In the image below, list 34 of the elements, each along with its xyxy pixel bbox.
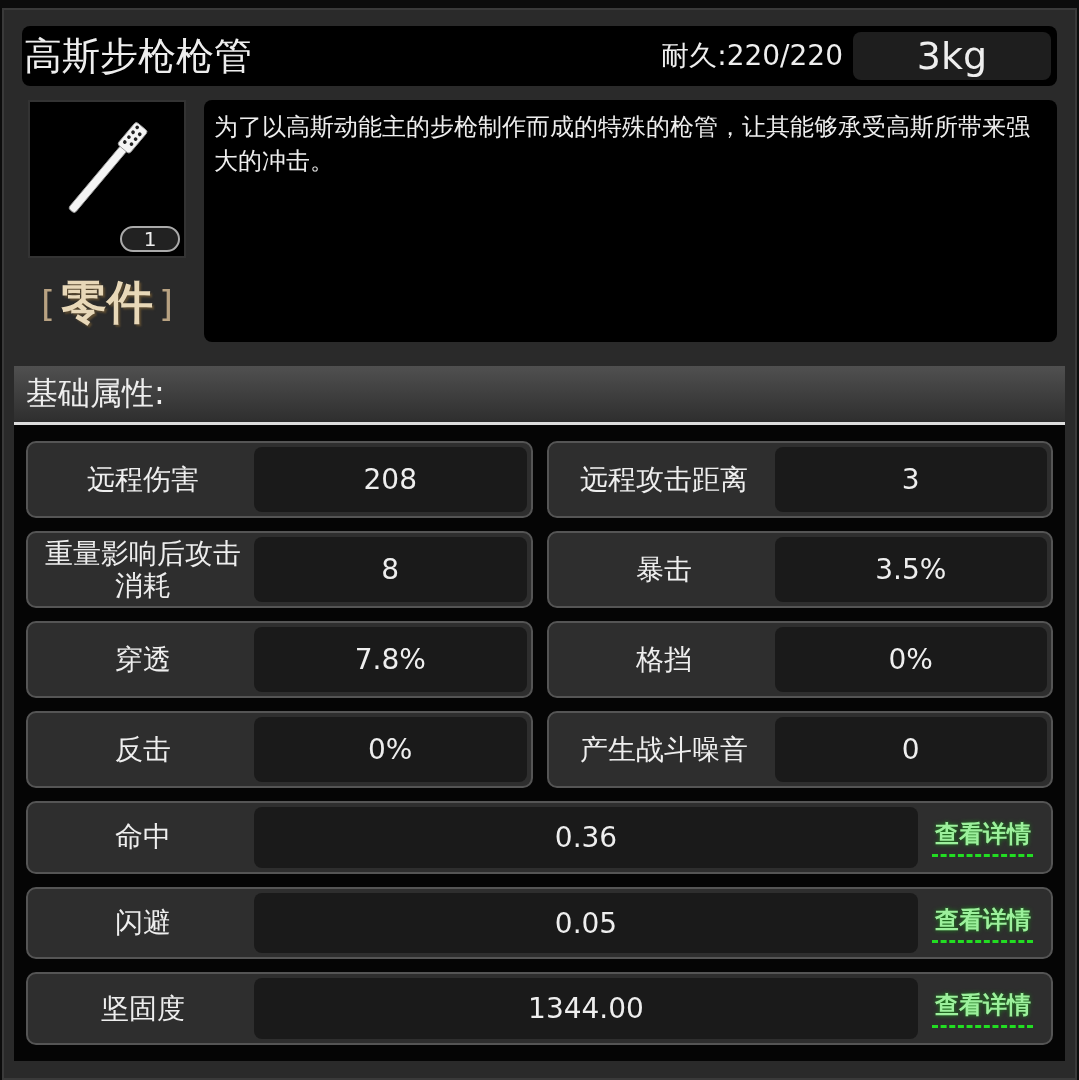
- stat-value: 1344.00: [254, 978, 918, 1039]
- stat-label: 命中: [114, 821, 172, 854]
- category-label: 零件: [61, 274, 153, 331]
- details-link[interactable]: 查看详情: [932, 817, 1033, 857]
- stat-label: 重量影响后攻击消耗: [44, 537, 242, 602]
- weight-label: 3kg: [853, 32, 1051, 80]
- stat-value: 208: [254, 447, 527, 512]
- stat-value: 7.8%: [254, 627, 527, 692]
- details-link[interactable]: 查看详情: [932, 903, 1033, 943]
- stat-value: 0: [774, 717, 1047, 782]
- section-title: 基础属性:: [26, 373, 165, 414]
- item-name: 高斯步枪枪管: [24, 32, 253, 80]
- stat-value: 0%: [254, 717, 527, 782]
- stat-label: 远程伤害: [86, 463, 200, 496]
- count-badge: 1: [120, 226, 180, 252]
- stat-label: 穿透: [114, 643, 172, 676]
- stat-value: 3.5%: [774, 537, 1047, 602]
- stat-value: 0.36: [254, 807, 918, 868]
- stat-value: 3: [774, 447, 1047, 512]
- bracket-text: ]: [159, 282, 174, 324]
- stat-label: 闪避: [114, 907, 172, 939]
- stat-label: 远程攻击距离: [578, 463, 749, 496]
- stat-label: 坚固度: [100, 992, 186, 1025]
- description-text: 为了以高斯动能主的步枪制作而成的特殊的枪管，让其能够承受高斯所带来强大的冲击。: [214, 113, 1030, 175]
- details-link[interactable]: 查看详情: [932, 989, 1033, 1029]
- stat-label: 反击: [114, 733, 172, 766]
- stat-label: 格挡: [634, 643, 693, 676]
- stat-label: 产生战斗噪音: [578, 733, 749, 766]
- durability-text: 耐久:220/220: [661, 38, 843, 74]
- stat-value: 0%: [774, 627, 1047, 692]
- bracket-text: [: [40, 282, 55, 324]
- stat-label: 暴击: [634, 553, 693, 586]
- stat-value: 0.05: [254, 892, 918, 954]
- stat-value: 8: [254, 537, 527, 602]
